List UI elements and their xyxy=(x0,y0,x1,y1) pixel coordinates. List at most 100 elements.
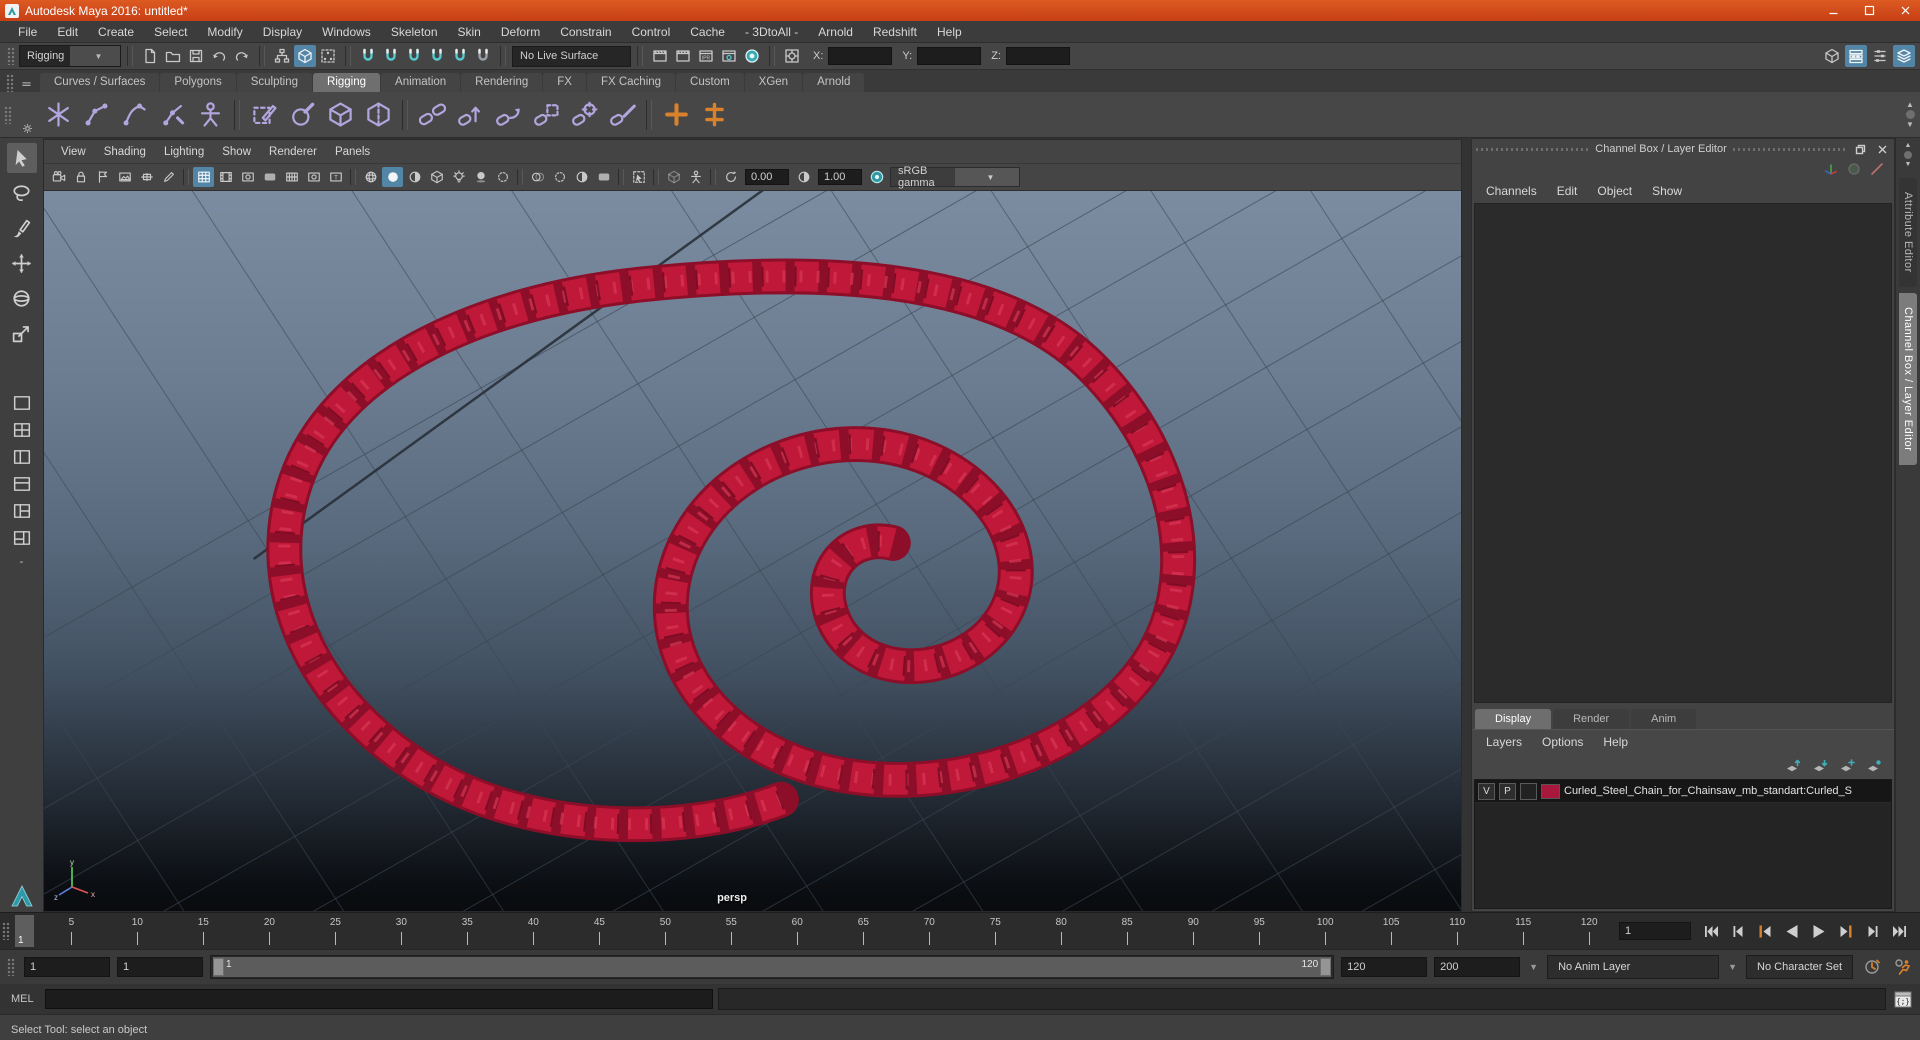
range-end-handle[interactable] xyxy=(1320,958,1332,976)
shelf-scrollbar[interactable]: ▲ ▼ xyxy=(1902,100,1918,129)
scroll-up-icon[interactable]: ▲ xyxy=(1905,142,1912,149)
insert-joints-icon[interactable] xyxy=(154,96,190,134)
menu-set-dropdown[interactable]: Rigging ▼ xyxy=(19,45,121,67)
playback-speed-dropdown-icon[interactable]: ▼ xyxy=(1527,962,1540,972)
paint-effects-icon[interactable] xyxy=(741,45,763,67)
menu-select[interactable]: Select xyxy=(144,23,197,41)
shelf-editor-gear-icon[interactable] xyxy=(14,95,40,135)
menu-windows[interactable]: Windows xyxy=(312,23,381,41)
bind-pose-icon[interactable] xyxy=(528,96,564,134)
paint-skin-weights-icon[interactable] xyxy=(284,96,320,134)
step-back-key-button[interactable] xyxy=(1753,919,1777,943)
smooth-shade-icon[interactable] xyxy=(382,167,403,187)
ik-handle-icon[interactable] xyxy=(78,96,114,134)
select-camera-icon[interactable] xyxy=(48,167,69,187)
command-result-field[interactable] xyxy=(717,988,1886,1010)
point-constraint-icon[interactable] xyxy=(696,96,732,134)
safe-action-icon[interactable] xyxy=(303,167,324,187)
script-editor-icon[interactable]: {;} xyxy=(1891,988,1915,1010)
scale-tool[interactable] xyxy=(7,318,37,348)
shelf-tab-sculpting[interactable]: Sculpting xyxy=(236,73,313,92)
shelf-menu-icon[interactable] xyxy=(17,76,35,92)
new-scene-icon[interactable] xyxy=(139,45,161,67)
ik-spline-handle-icon[interactable] xyxy=(116,96,152,134)
channel-box-menu-object[interactable]: Object xyxy=(1587,182,1642,200)
menu-arnold[interactable]: Arnold xyxy=(808,23,863,41)
step-forward-key-button[interactable] xyxy=(1834,919,1858,943)
current-frame-input[interactable] xyxy=(1619,922,1691,940)
layer-editor-tab-display[interactable]: Display xyxy=(1475,709,1552,729)
xray-joints-icon[interactable] xyxy=(685,167,706,187)
strip-scrollbar[interactable]: ▲ ▼ xyxy=(1904,138,1912,172)
layer-visibility-toggle[interactable]: V xyxy=(1478,782,1495,800)
panel-menu-view[interactable]: View xyxy=(52,144,95,160)
layer-color-swatch[interactable] xyxy=(1541,783,1560,799)
play-backwards-button[interactable] xyxy=(1780,919,1804,943)
show-attribute-editor-icon[interactable] xyxy=(1845,45,1867,67)
layer-display-type-toggle[interactable] xyxy=(1520,782,1537,800)
create-joints-icon[interactable] xyxy=(40,96,76,134)
isolate-select-icon[interactable] xyxy=(628,167,649,187)
layout-two-side[interactable] xyxy=(8,445,36,469)
shelf-tab-fx-caching[interactable]: FX Caching xyxy=(586,73,676,92)
maximize-button[interactable] xyxy=(1854,2,1884,19)
panel-menu-renderer[interactable]: Renderer xyxy=(260,144,326,160)
layout-single-pane[interactable] xyxy=(8,391,36,415)
image-plane-icon[interactable] xyxy=(114,167,135,187)
command-language-button[interactable]: MEL xyxy=(5,993,40,1005)
render-current-frame-icon[interactable] xyxy=(672,45,694,67)
snap-to-projected-center-icon[interactable] xyxy=(426,45,448,67)
copy-skin-weights-icon[interactable] xyxy=(322,96,358,134)
menu-control[interactable]: Control xyxy=(622,23,681,41)
motion-blur-icon[interactable] xyxy=(527,167,548,187)
create-empty-layer-icon[interactable] xyxy=(1837,757,1857,775)
step-forward-frame-button[interactable] xyxy=(1861,919,1885,943)
panel-menu-show[interactable]: Show xyxy=(213,144,260,160)
move-layer-up-icon[interactable] xyxy=(1783,757,1803,775)
layout-four-pane[interactable] xyxy=(8,418,36,442)
menu-constrain[interactable]: Constrain xyxy=(550,23,621,41)
safe-title-icon[interactable]: T xyxy=(325,167,346,187)
textured-icon[interactable] xyxy=(426,167,447,187)
film-gate-icon[interactable] xyxy=(215,167,236,187)
menu-file[interactable]: File xyxy=(8,23,47,41)
layer-playback-toggle[interactable]: P xyxy=(1499,782,1516,800)
shelf-tab-curves-surfaces[interactable]: Curves / Surfaces xyxy=(40,73,160,92)
smooth-bind-icon[interactable] xyxy=(414,96,450,134)
command-input[interactable] xyxy=(44,989,713,1009)
quick-rig-icon[interactable] xyxy=(192,96,228,134)
panel-drag-dots[interactable] xyxy=(1732,147,1846,151)
viewport-3d-view[interactable]: persp y x z xyxy=(44,191,1461,911)
channel-box-menu-channels[interactable]: Channels xyxy=(1476,182,1547,200)
edit-membership-icon[interactable] xyxy=(246,96,282,134)
step-back-frame-button[interactable] xyxy=(1726,919,1750,943)
float-panel-icon[interactable] xyxy=(1852,142,1868,156)
drag-handle[interactable] xyxy=(6,74,14,92)
undo-icon[interactable] xyxy=(208,45,230,67)
ssao-icon[interactable] xyxy=(492,167,513,187)
move-layer-down-icon[interactable] xyxy=(1810,757,1830,775)
anim-layer-dropdown[interactable]: No Anim Layer xyxy=(1547,955,1720,979)
play-forwards-button[interactable] xyxy=(1807,919,1831,943)
gamma-icon[interactable] xyxy=(793,167,814,187)
use-all-lights-icon[interactable] xyxy=(448,167,469,187)
manip-fast-icon[interactable] xyxy=(1868,161,1886,177)
menu-redshift[interactable]: Redshift xyxy=(863,23,927,41)
lasso-tool[interactable] xyxy=(7,178,37,208)
rotate-tool[interactable] xyxy=(7,283,37,313)
exposure-icon[interactable] xyxy=(720,167,741,187)
timeline-track[interactable]: 1 5 10 15 20 25 30 35 40 45 50 55 60 65 70 75 80 85 90 95 1… xyxy=(12,915,1609,947)
shelf-tab-animation[interactable]: Animation xyxy=(381,73,461,92)
snap-to-grids-icon[interactable] xyxy=(357,45,379,67)
scroll-down-icon[interactable]: ▼ xyxy=(1905,161,1912,168)
select-by-component-icon[interactable] xyxy=(317,45,339,67)
scroll-thumb[interactable] xyxy=(1904,151,1912,159)
channel-box-menu-show[interactable]: Show xyxy=(1642,182,1692,200)
character-set-dropdown[interactable]: No Character Set xyxy=(1746,955,1853,979)
menu-help[interactable]: Help xyxy=(927,23,972,41)
layout-two-stacked[interactable] xyxy=(8,472,36,496)
playback-start-input[interactable] xyxy=(117,957,203,977)
layer-menu-options[interactable]: Options xyxy=(1532,733,1593,751)
drag-handle[interactable] xyxy=(2,922,10,940)
shelf-tab-arnold[interactable]: Arnold xyxy=(803,73,865,92)
